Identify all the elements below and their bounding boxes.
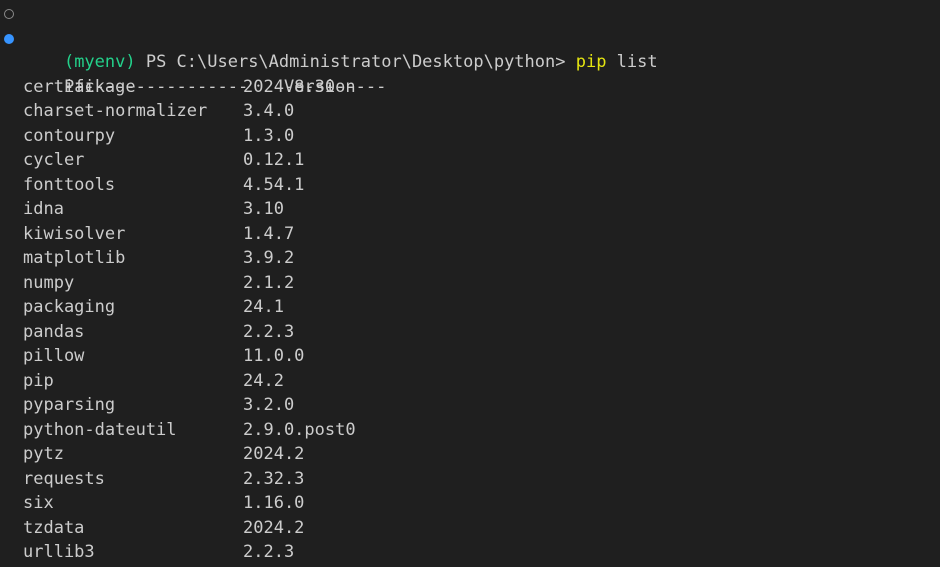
package-version: 3.10 [243,199,284,219]
package-list: certifi 2024.8.30 charset-normalizer 3.4.0 c… [0,75,940,565]
package-row: python-dateutil 2.9.0.post0 [0,418,940,443]
package-name: kiwisolver [23,223,126,244]
package-version: 2.9.0.post0 [243,419,356,440]
package-name: idna [23,199,64,219]
package-row: fonttools 4.54.1 [0,173,940,198]
package-name: pip [23,370,54,391]
package-version: 2.2.3 [243,321,295,342]
package-row: cycler 0.12.1 [0,148,940,173]
package-version: 3.4.0 [243,101,295,121]
package-name: certifi [23,76,95,97]
package-row: certifi 2024.8.30 [0,75,940,100]
package-version: 1.16.0 [243,493,305,513]
package-name: requests [23,468,105,489]
package-name: pyparsing [23,395,116,415]
package-version: 2024.2 [243,517,305,538]
package-row: matplotlib 3.9.2 [0,246,940,271]
package-name: packaging [23,297,116,317]
package-row: pillow 11.0.0 [0,344,940,369]
package-row: pip 24.2 [0,369,940,394]
package-version: 24.1 [243,297,284,317]
package-version: 24.2 [243,370,284,391]
package-name: cycler [23,150,85,170]
package-row: contourpy 1.3.0 [0,124,940,149]
package-name: numpy [23,272,75,293]
package-version: 3.2.0 [243,395,295,415]
package-row: numpy 2.1.2 [0,271,940,296]
package-row: urllib3 2.2.3 [0,540,940,565]
package-version: 2024.8.30 [243,76,336,97]
package-row: pytz 2024.2 [0,442,940,467]
package-row: pandas 2.2.3 [0,320,940,345]
package-name: pillow [23,346,85,366]
package-name: matplotlib [23,248,126,268]
package-name: python-dateutil [23,419,177,440]
package-version: 2.1.2 [243,272,295,293]
package-version: 2.2.3 [243,542,295,562]
package-name: fonttools [23,174,116,195]
package-row: kiwisolver 1.4.7 [0,222,940,247]
package-version: 4.54.1 [243,174,305,195]
package-row: charset-normalizer 3.4.0 [0,99,940,124]
package-row: six 1.16.0 [0,491,940,516]
terminal-panel[interactable]: (myenv) PS C:\Users\Administrator\Deskto… [0,0,940,567]
package-name: tzdata [23,517,85,538]
package-version: 3.9.2 [243,248,295,268]
package-row: tzdata 2024.2 [0,516,940,541]
prompt-line: (myenv) PS C:\Users\Administrator\Deskto… [0,1,940,72]
package-version: 1.4.7 [243,223,295,244]
package-name: charset-normalizer [23,101,208,121]
package-version: 0.12.1 [243,150,305,170]
package-row: pyparsing 3.2.0 [0,393,940,418]
package-name: urllib3 [23,542,95,562]
package-name: six [23,493,54,513]
header-line: Package Version [0,26,940,97]
command-decoration-empty-icon[interactable] [4,9,14,19]
package-name: pandas [23,321,85,342]
command-decoration-success-icon[interactable] [4,33,14,44]
package-row: idna 3.10 [0,197,940,222]
package-version: 11.0.0 [243,346,305,366]
package-name: pytz [23,444,64,464]
package-version: 1.3.0 [243,125,295,146]
package-version: 2.32.3 [243,468,305,489]
package-row: requests 2.32.3 [0,467,940,492]
separator-line: ------------------ ---------- [0,50,940,97]
package-version: 2024.2 [243,444,305,464]
package-name: contourpy [23,125,116,146]
package-row: packaging 24.1 [0,295,940,320]
